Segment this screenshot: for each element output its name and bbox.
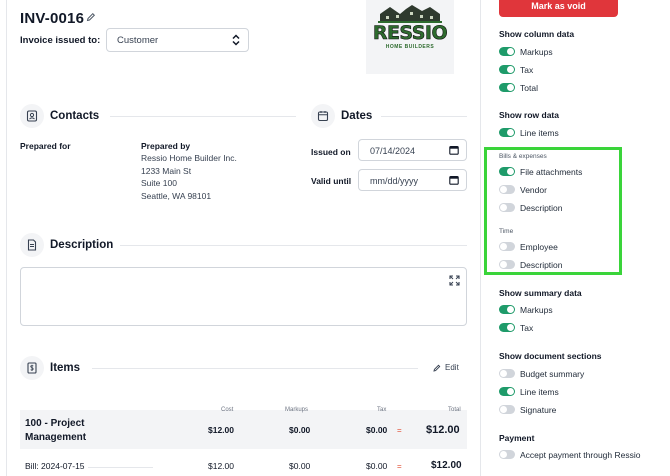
logo-subtext: HOME BUILDERS [385, 44, 435, 50]
line-item-cost: $12.00 [208, 461, 234, 471]
house-icon [378, 5, 442, 23]
column-header-cost: Cost [221, 407, 234, 413]
toggle-summary-markups[interactable] [499, 305, 515, 314]
line-item-name: Bill: 2024-07-15 [25, 461, 85, 471]
chevron-updown-icon [232, 34, 240, 46]
equals-sign: = [397, 462, 402, 471]
toggle-label: Signature [520, 405, 557, 415]
invoice-editor: INV-0016 Invoice issued to: Customer RES… [0, 0, 480, 476]
toggle-budget-summary[interactable] [499, 369, 515, 378]
description-title: Description [50, 239, 114, 251]
line-item-markups: $0.00 [289, 461, 311, 471]
valid-until-label: Valid until [311, 176, 352, 186]
toggle-label: File attachments [520, 167, 583, 177]
column-header-total: Total [448, 407, 461, 413]
issued-on-input[interactable]: 07/14/2024 [358, 139, 467, 161]
toggle-label: Tax [520, 323, 534, 333]
valid-until-input[interactable]: mm/dd/yyyy [358, 169, 467, 191]
summary-data-heading: Show summary data [499, 288, 582, 298]
column-data-heading: Show column data [499, 29, 575, 39]
toggle-section-line-items[interactable] [499, 387, 515, 396]
calendar-icon [311, 104, 335, 128]
issued-to-value: Customer [117, 35, 159, 46]
line-item-total: $12.00 [431, 460, 462, 471]
toggle-label: Tax [520, 65, 534, 75]
issued-on-label: Issued on [311, 147, 351, 157]
column-header-tax: Tax [377, 407, 387, 413]
contacts-rule [110, 116, 296, 117]
toggle-label: Markups [520, 305, 553, 315]
column-header-markups: Markups [285, 407, 309, 413]
time-heading: Time [499, 228, 514, 235]
row-data-heading: Show row data [499, 110, 559, 120]
toggle-label: Description [520, 203, 563, 213]
dates-title: Dates [341, 110, 373, 122]
items-edit-button[interactable]: Edit [445, 363, 459, 372]
calendar-picker-icon[interactable] [449, 145, 459, 155]
toggle-label: Accept payment through Ressio [520, 450, 641, 460]
toggle-label: Line items [520, 128, 559, 138]
prepared-by-label: Prepared by [141, 141, 191, 151]
item-group-name: 100 - Project Management [25, 418, 87, 443]
bills-expenses-heading: Bills & expenses [499, 153, 547, 160]
invoice-number: INV-0016 [20, 10, 85, 27]
issued-to-label: Invoice issued to: [20, 35, 101, 46]
company-logo: RESSIO HOME BUILDERS [366, 0, 454, 74]
payment-heading: Payment [499, 433, 535, 443]
dates-rule [381, 116, 467, 117]
prepared-by-line: Ressio Home Builder Inc. [141, 153, 237, 163]
group-total: $12.00 [426, 424, 460, 436]
toggle-label: Total [520, 83, 538, 93]
pencil-icon[interactable] [86, 12, 96, 22]
prepared-by-line: Suite 100 [141, 178, 177, 188]
expand-icon[interactable] [449, 275, 460, 286]
logo-wordmark: RESSIO [372, 22, 448, 45]
toggle-employee[interactable] [499, 242, 515, 251]
group-markups: $0.00 [289, 425, 311, 435]
mark-as-void-button[interactable]: Mark as void [499, 0, 618, 17]
document-sections-heading: Show document sections [499, 351, 602, 361]
toggle-column-total[interactable] [499, 83, 515, 92]
toggle-column-markups[interactable] [499, 47, 515, 56]
toggle-file-attachments[interactable] [499, 167, 515, 176]
display-options-sidebar: Mark as void Show column data Markups Ta… [481, 0, 670, 476]
items-title: Items [50, 362, 81, 374]
items-rule [92, 368, 418, 369]
issued-on-value: 07/14/2024 [370, 146, 416, 156]
toggle-row-line-items[interactable] [499, 128, 515, 137]
line-item-tax: $0.00 [366, 461, 388, 471]
valid-until-placeholder: mm/dd/yyyy [370, 176, 419, 186]
toggle-vendor[interactable] [499, 185, 515, 194]
toggle-label: Vendor [520, 185, 547, 195]
contacts-title: Contacts [50, 110, 100, 122]
description-rule [120, 245, 467, 246]
toggle-summary-tax[interactable] [499, 323, 515, 332]
prepared-by-line: Seattle, WA 98101 [141, 191, 212, 201]
toggle-label: Employee [520, 242, 558, 252]
group-tax: $0.00 [366, 425, 388, 435]
toggle-column-tax[interactable] [499, 65, 515, 74]
toggle-signature[interactable] [499, 405, 515, 414]
line-item-rule [88, 467, 153, 468]
toggle-label: Description [520, 260, 563, 270]
toggle-bill-description[interactable] [499, 203, 515, 212]
toggle-label: Markups [520, 47, 553, 57]
group-cost: $12.00 [208, 425, 234, 435]
toggle-label: Budget summary [520, 369, 585, 379]
toggle-label: Line items [520, 387, 559, 397]
calendar-picker-icon[interactable] [449, 175, 459, 185]
toggle-accept-payment[interactable] [499, 450, 515, 459]
description-textarea[interactable] [20, 267, 467, 326]
edit-pencil-icon[interactable] [433, 364, 441, 372]
contacts-icon [20, 104, 44, 128]
issued-to-select[interactable]: Customer [106, 28, 249, 52]
prepared-for-label: Prepared for [20, 141, 71, 151]
dollar-document-icon [20, 356, 44, 380]
equals-sign: = [397, 426, 402, 435]
prepared-by-line: 1233 Main St [141, 166, 192, 176]
toggle-time-description[interactable] [499, 260, 515, 269]
document-icon [20, 233, 44, 257]
